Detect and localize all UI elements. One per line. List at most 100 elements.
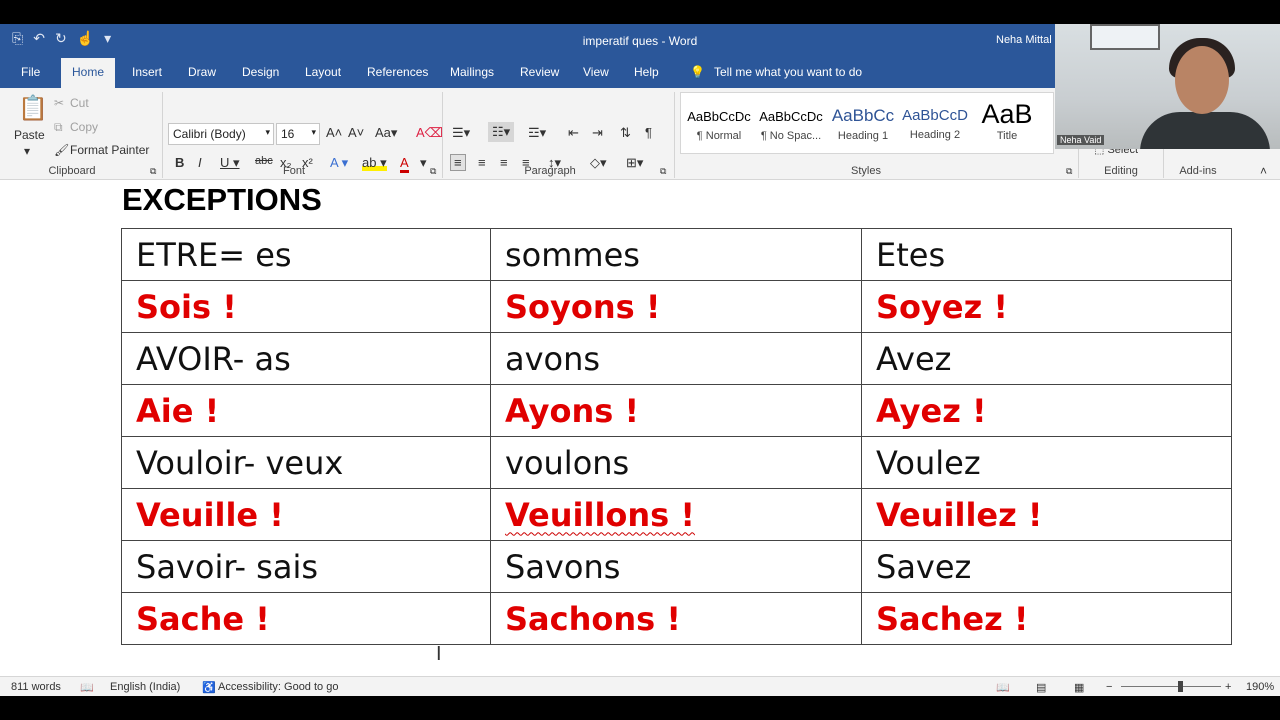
align-right-icon[interactable]: ≡ <box>500 155 508 170</box>
font-color-dropdown-icon[interactable]: ▾ <box>420 155 427 171</box>
text-cursor-icon: I <box>436 643 442 665</box>
table-cell[interactable]: Sois ! <box>121 280 491 333</box>
table-cell[interactable]: Sachez ! <box>861 592 1232 645</box>
font-name-combo[interactable]: Calibri (Body) ▾ <box>168 123 274 145</box>
table-cell[interactable]: Etes <box>861 228 1232 281</box>
paste-icon[interactable]: 📋 <box>18 94 48 122</box>
clear-formatting-icon[interactable]: A⌫ <box>416 125 443 141</box>
cut-icon[interactable]: ✂ <box>54 96 64 110</box>
word-count[interactable]: 811 words <box>11 681 61 693</box>
increase-indent-icon[interactable]: ⇥ <box>592 125 603 141</box>
zoom-level[interactable]: 190% <box>1246 681 1274 693</box>
table-cell[interactable]: Voulez <box>861 436 1232 489</box>
style-heading-2[interactable]: AaBbCcD Heading 2 <box>899 101 971 151</box>
table-cell[interactable]: Veuillons ! <box>490 488 862 541</box>
align-center-icon[interactable]: ≡ <box>478 155 486 170</box>
tab-draw[interactable]: Draw <box>188 65 216 79</box>
highlight-icon[interactable]: ab ▾ <box>362 155 387 171</box>
shading-icon[interactable]: ◇▾ <box>590 155 607 171</box>
font-size-combo[interactable]: 16 ▾ <box>276 123 320 145</box>
tab-help[interactable]: Help <box>634 65 659 79</box>
table-cell[interactable]: Ayez ! <box>861 384 1232 437</box>
document-canvas[interactable]: EXCEPTIONS ETRE= es sommes Etes Sois ! Soyon… <box>0 180 1280 676</box>
tab-design[interactable]: Design <box>242 65 279 79</box>
font-color-icon[interactable]: A <box>400 155 409 173</box>
table-cell[interactable]: ETRE= es <box>121 228 491 281</box>
tab-view[interactable]: View <box>583 65 609 79</box>
multilevel-list-icon[interactable]: ☲▾ <box>528 125 546 141</box>
style-no-spacing[interactable]: AaBbCcDc ¶ No Spac... <box>755 101 827 151</box>
tab-file[interactable]: File <box>21 65 40 79</box>
numbering-icon[interactable]: ☷▾ <box>488 122 515 142</box>
table-cell[interactable]: sommes <box>490 228 862 281</box>
zoom-slider-thumb[interactable] <box>1178 681 1183 692</box>
paragraph-launcher-icon[interactable]: ⧉ <box>660 166 666 177</box>
format-painter-button[interactable]: Format Painter <box>70 143 149 157</box>
table-cell[interactable]: Veuillez ! <box>861 488 1232 541</box>
table-row: Vouloir- veux voulons Voulez <box>121 436 1232 489</box>
tab-review[interactable]: Review <box>520 65 559 79</box>
table-cell[interactable]: Sachons ! <box>490 592 862 645</box>
table-cell[interactable]: Savoir- sais <box>121 540 491 593</box>
align-left-icon[interactable]: ≡ <box>450 154 466 171</box>
table-cell[interactable]: Sache ! <box>121 592 491 645</box>
table-cell[interactable]: AVOIR- as <box>121 332 491 385</box>
tab-home[interactable]: Home <box>61 58 116 88</box>
accessibility-icon[interactable]: ♿ <box>202 681 216 694</box>
bullets-icon[interactable]: ☰▾ <box>452 125 470 141</box>
borders-icon[interactable]: ⊞▾ <box>626 155 643 171</box>
font-launcher-icon[interactable]: ⧉ <box>430 166 436 177</box>
table-row: Sache ! Sachons ! Sachez ! <box>121 592 1232 645</box>
web-layout-icon[interactable]: ▦ <box>1074 681 1084 694</box>
table-cell[interactable]: Aie ! <box>121 384 491 437</box>
read-mode-icon[interactable]: 📖 <box>996 681 1010 694</box>
print-layout-icon[interactable]: ▤ <box>1036 681 1046 694</box>
cut-button[interactable]: Cut <box>70 96 89 110</box>
style-title[interactable]: AaB Title <box>971 99 1043 151</box>
table-cell[interactable]: Avez <box>861 332 1232 385</box>
sort-icon[interactable]: ⇅ <box>620 125 631 141</box>
copy-button[interactable]: Copy <box>70 120 98 134</box>
collapse-ribbon-icon[interactable]: ˄ <box>1260 164 1267 178</box>
pilcrow-icon[interactable]: ¶ <box>645 125 652 140</box>
table-cell[interactable]: Vouloir- veux <box>121 436 491 489</box>
table-cell[interactable]: Soyez ! <box>861 280 1232 333</box>
zoom-out-icon[interactable]: − <box>1106 681 1112 693</box>
language-indicator[interactable]: English (India) <box>110 681 180 693</box>
zoom-slider-track[interactable] <box>1121 686 1221 687</box>
tab-mailings[interactable]: Mailings <box>450 65 494 79</box>
proofing-icon[interactable]: 📖 <box>80 681 94 694</box>
italic-icon[interactable]: I <box>198 155 202 170</box>
accessibility-status[interactable]: Accessibility: Good to go <box>218 681 338 693</box>
shrink-font-icon[interactable]: A˅ <box>348 125 364 140</box>
decrease-indent-icon[interactable]: ⇤ <box>568 125 579 141</box>
table-cell[interactable]: Veuille ! <box>121 488 491 541</box>
user-name[interactable]: Neha Mittal <box>996 34 1052 46</box>
paste-button[interactable]: Paste <box>14 128 45 142</box>
paste-dropdown-icon[interactable]: ▾ <box>24 144 30 158</box>
grow-font-icon[interactable]: A˄ <box>326 125 342 140</box>
table-cell[interactable]: avons <box>490 332 862 385</box>
bold-icon[interactable]: B <box>175 155 184 170</box>
style-normal[interactable]: AaBbCcDc ¶ Normal <box>683 101 755 151</box>
table-cell[interactable]: Savez <box>861 540 1232 593</box>
divider <box>674 92 675 178</box>
table-cell[interactable]: Ayons ! <box>490 384 862 437</box>
document-heading: EXCEPTIONS <box>122 182 322 217</box>
underline-icon[interactable]: U ▾ <box>220 155 240 171</box>
tab-insert[interactable]: Insert <box>132 65 162 79</box>
format-painter-icon[interactable]: 🖌 <box>54 143 69 157</box>
zoom-in-icon[interactable]: + <box>1225 681 1231 693</box>
background-monitor <box>1090 24 1160 50</box>
tab-layout[interactable]: Layout <box>305 65 341 79</box>
tell-me-search[interactable]: Tell me what you want to do <box>714 65 862 79</box>
copy-icon[interactable]: ⧉ <box>54 120 63 135</box>
style-heading-1[interactable]: AaBbCc Heading 1 <box>827 101 899 151</box>
tab-references[interactable]: References <box>367 65 428 79</box>
table-cell[interactable]: Soyons ! <box>490 280 862 333</box>
table-cell[interactable]: voulons <box>490 436 862 489</box>
table-cell[interactable]: Savons <box>490 540 862 593</box>
change-case-icon[interactable]: Aa▾ <box>375 125 397 141</box>
clipboard-launcher-icon[interactable]: ⧉ <box>150 166 156 177</box>
styles-launcher-icon[interactable]: ⧉ <box>1066 166 1072 177</box>
